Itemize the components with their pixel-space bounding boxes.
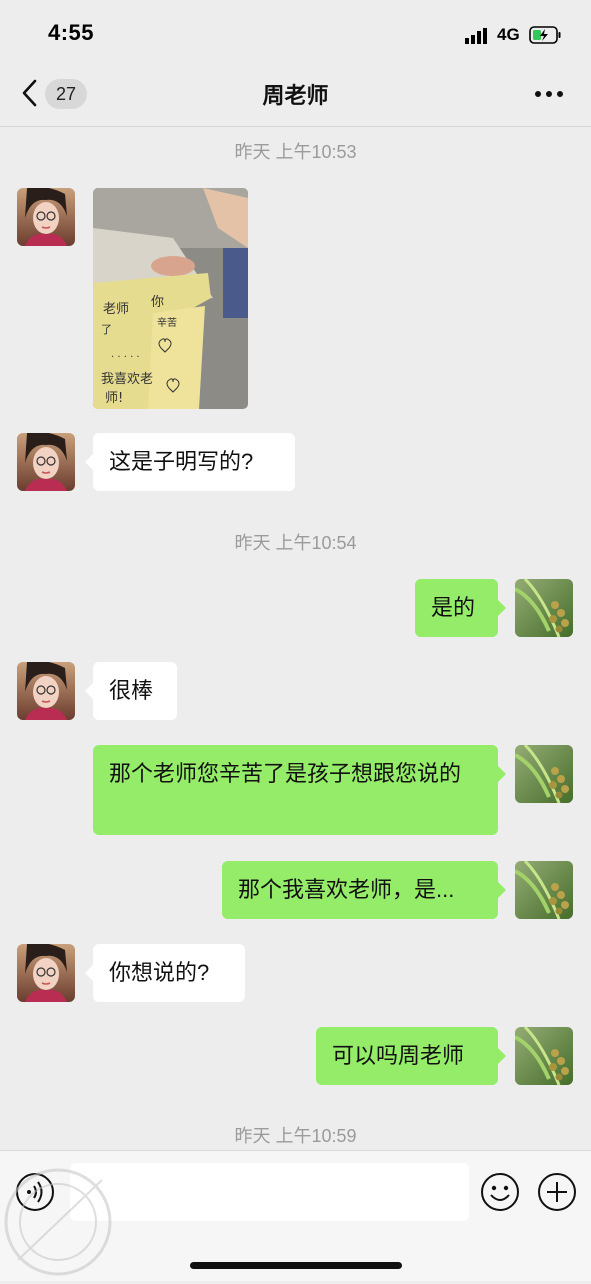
network-type: 4G	[497, 25, 520, 44]
note-text: 了	[101, 323, 112, 336]
outgoing-message-bubble[interactable]: 那个我喜欢老师，是...	[222, 861, 506, 919]
outgoing-message-bubble[interactable]: 那个老师您辛苦了是孩子想跟您说的	[93, 745, 506, 835]
note-text: 师!	[105, 391, 123, 406]
note-text: 老师	[103, 302, 129, 317]
note-text: 你	[151, 295, 164, 310]
my-avatar[interactable]	[515, 1027, 573, 1085]
message-timestamp: 昨天 上午10:59	[234, 1126, 357, 1146]
battery-icon	[529, 26, 561, 44]
incoming-message-bubble[interactable]: 很棒	[85, 662, 177, 720]
incoming-message-bubble[interactable]: 这是子明写的?	[85, 433, 295, 491]
plus-icon[interactable]	[537, 1172, 577, 1212]
outgoing-message-bubble[interactable]: 是的	[415, 579, 506, 637]
outgoing-message-bubble[interactable]: 可以吗周老师	[316, 1027, 506, 1085]
more-options-icon[interactable]	[534, 90, 564, 98]
watermark-stamp	[4, 1168, 112, 1276]
status-bar: 4:55 4G	[0, 0, 591, 62]
chat-image-handwritten-note[interactable]: 老师 你 了 辛苦 我喜欢老 师! · · · · ·	[93, 188, 248, 409]
home-indicator[interactable]	[190, 1262, 402, 1269]
svg-text:· · · · ·: · · · · ·	[111, 352, 140, 363]
note-text: 辛苦	[157, 316, 177, 329]
contact-avatar[interactable]	[17, 944, 75, 1002]
emoji-icon[interactable]	[480, 1172, 520, 1212]
status-time: 4:55	[48, 20, 95, 45]
chat-header: 27 周老师	[0, 62, 591, 127]
my-avatar[interactable]	[515, 579, 573, 637]
contact-avatar[interactable]	[17, 188, 75, 246]
signal-icon	[465, 28, 487, 44]
contact-avatar[interactable]	[17, 433, 75, 491]
contact-avatar[interactable]	[17, 662, 75, 720]
note-text: 我喜欢老	[101, 372, 153, 387]
my-avatar[interactable]	[515, 745, 573, 803]
incoming-message-bubble[interactable]: 你想说的?	[85, 944, 245, 1002]
message-timestamp: 昨天 上午10:54	[234, 533, 357, 553]
my-avatar[interactable]	[515, 861, 573, 919]
message-input[interactable]	[70, 1163, 469, 1221]
chat-title: 周老师	[262, 83, 329, 108]
message-timestamp: 昨天 上午10:53	[234, 142, 357, 162]
